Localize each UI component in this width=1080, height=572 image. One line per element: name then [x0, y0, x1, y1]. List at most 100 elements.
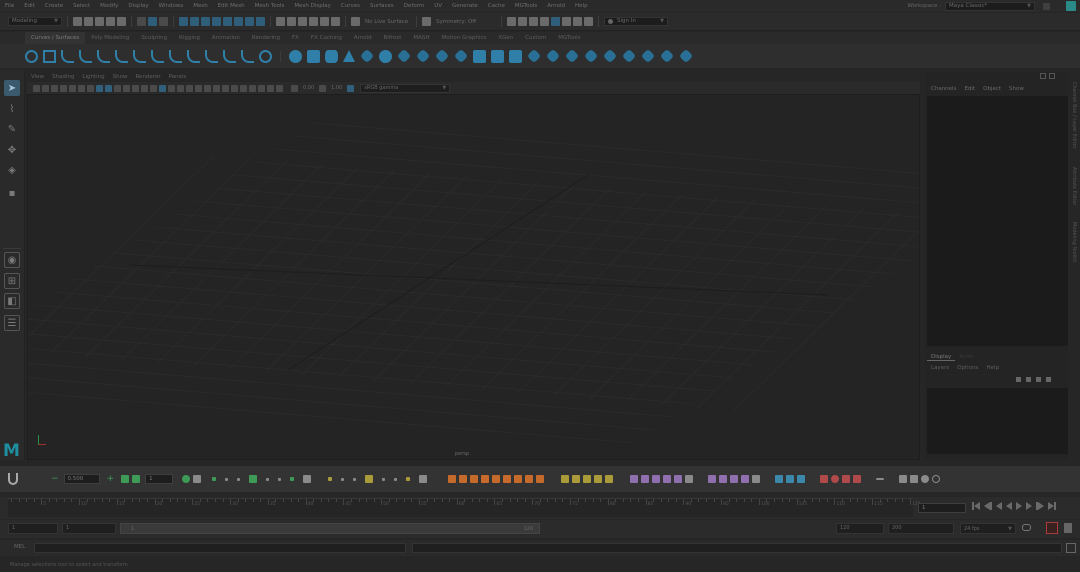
viewport-menu-panels[interactable]: Panels — [165, 72, 191, 82]
menu-mesh-tools[interactable]: Mesh Tools — [250, 0, 290, 12]
wireframe-icon[interactable] — [150, 84, 157, 92]
command-input[interactable] — [34, 543, 406, 553]
step-forward-key-icon[interactable] — [1036, 502, 1044, 510]
menu-arnold[interactable]: Arnold — [542, 0, 570, 12]
pencil-curve-icon[interactable] — [115, 49, 128, 63]
exposure-field[interactable]: 0.00 — [303, 85, 314, 91]
cv-curve-icon[interactable] — [79, 49, 92, 63]
key-translate-icon[interactable] — [572, 475, 581, 483]
render-view-icon[interactable] — [507, 17, 517, 26]
attach-surfaces-icon[interactable] — [583, 48, 599, 64]
rebuild-surface-icon[interactable] — [659, 48, 675, 64]
snap-projected-icon[interactable] — [309, 17, 318, 26]
move-layer-down-icon[interactable] — [1026, 377, 1031, 382]
motion-blur-icon[interactable] — [222, 84, 229, 92]
menu-edit-mesh[interactable]: Edit Mesh — [213, 0, 250, 12]
image-plane-icon[interactable] — [60, 84, 67, 92]
planar-icon[interactable] — [434, 48, 450, 64]
ep-curve-icon[interactable] — [61, 49, 74, 63]
paint-select-tool-icon[interactable]: ✎ — [4, 121, 20, 137]
viewport-menu-show[interactable]: Show — [109, 72, 132, 82]
menu-create[interactable]: Create — [40, 0, 68, 12]
bezier-curve-icon[interactable] — [97, 49, 110, 63]
dot-icon[interactable] — [212, 477, 217, 481]
side-tab-modeling-toolkit[interactable]: Modeling Toolkit — [1071, 222, 1077, 262]
channels-menu[interactable]: Channels — [927, 86, 960, 92]
loft-icon[interactable] — [415, 48, 431, 64]
shelf-tab-arnold[interactable]: Arnold — [348, 32, 378, 44]
script-language-toggle[interactable]: MEL — [14, 544, 25, 550]
menu-mesh-display[interactable]: Mesh Display — [289, 0, 336, 12]
lattice-icon[interactable] — [853, 475, 862, 483]
tangent-unify-icon[interactable] — [536, 475, 545, 483]
nurbs-circle-icon[interactable] — [25, 49, 38, 63]
ik-handle-icon[interactable] — [786, 475, 795, 483]
snap-point-icon[interactable] — [298, 17, 307, 26]
menu-windows[interactable]: Windows — [154, 0, 189, 12]
make-live-icon[interactable] — [331, 17, 340, 26]
color-management-icon[interactable] — [347, 84, 355, 92]
nurbs-plane-icon[interactable] — [359, 48, 375, 64]
sign-in-area-icon[interactable] — [1066, 1, 1076, 11]
record-icon[interactable] — [831, 475, 840, 483]
grid-menu-icon[interactable] — [193, 475, 202, 483]
shelf-tab-mgtools[interactable]: MGTools — [552, 32, 586, 44]
hypershade-icon[interactable] — [551, 17, 561, 26]
mask-surfaces-icon[interactable] — [212, 17, 221, 26]
offset-curve-icon[interactable] — [223, 49, 236, 63]
channel-box-area[interactable] — [927, 96, 1068, 346]
key-all-icon[interactable] — [561, 475, 570, 483]
film-gate-icon[interactable] — [96, 84, 103, 92]
reverse-curve-icon[interactable] — [259, 49, 272, 63]
smooth-shade-icon[interactable] — [159, 84, 166, 92]
arc-icon[interactable] — [133, 49, 146, 63]
go-to-end-icon[interactable] — [1048, 502, 1056, 510]
viewport-menu-view[interactable]: View — [27, 72, 48, 82]
menu-curves[interactable]: Curves — [336, 0, 365, 12]
skin-bind-icon[interactable] — [797, 475, 806, 483]
tangent-spline-icon[interactable] — [459, 475, 468, 483]
sculpt-geometry-icon[interactable] — [678, 48, 694, 64]
new-layer-selected-icon[interactable] — [1046, 377, 1051, 382]
script-editor-icon[interactable] — [1066, 543, 1076, 553]
mask-deformations-icon[interactable] — [223, 17, 232, 26]
menu-mesh[interactable]: Mesh — [188, 0, 212, 12]
tab-display-layers[interactable]: Display — [927, 354, 956, 361]
shelf-tab-rendering[interactable]: Rendering — [246, 32, 286, 44]
field-chart-icon[interactable] — [123, 84, 130, 92]
menu-display[interactable]: Display — [123, 0, 153, 12]
plus-icon[interactable]: + — [107, 474, 115, 484]
layer-help-menu[interactable]: Help — [982, 365, 1003, 371]
key-scale-icon[interactable] — [594, 475, 603, 483]
constraint-scale-icon[interactable] — [663, 475, 672, 483]
shadows-icon[interactable] — [204, 84, 211, 92]
channel-object-menu[interactable]: Object — [979, 86, 1005, 92]
render-settings-icon[interactable] — [540, 17, 550, 26]
fps-dropdown[interactable]: 24 fps ▼ — [960, 523, 1016, 534]
menu-select[interactable]: Select — [68, 0, 95, 12]
menu-deform[interactable]: Deform — [399, 0, 429, 12]
anim-prefs-icon[interactable] — [1064, 523, 1072, 533]
isolate-select-icon[interactable] — [249, 84, 256, 92]
loop-icon[interactable] — [1022, 524, 1031, 531]
constraint-orient-icon[interactable] — [652, 475, 661, 483]
rig-shape-icon[interactable] — [708, 475, 717, 483]
rotate-tool-icon[interactable]: ◈ — [4, 162, 20, 178]
go-to-start-icon[interactable] — [972, 502, 980, 510]
grid-icon[interactable] — [87, 84, 94, 92]
cluster-icon[interactable] — [842, 475, 851, 483]
dot-icon[interactable] — [278, 477, 282, 481]
extrude-icon[interactable] — [453, 48, 469, 64]
value-field[interactable]: 0.500 — [63, 474, 100, 484]
birail-icon[interactable] — [473, 49, 486, 63]
tangent-auto-icon[interactable] — [514, 475, 523, 483]
camera-attributes-icon[interactable] — [42, 84, 49, 92]
default-material-icon[interactable] — [168, 84, 175, 92]
keyframe-icon[interactable] — [365, 475, 374, 483]
shelf-tab-bifrost[interactable]: Bifrost — [378, 32, 408, 44]
gate-mask-icon[interactable] — [114, 84, 121, 92]
shelf-tab-xgen[interactable]: XGen — [492, 32, 519, 44]
select-tool-icon[interactable]: ➤ — [4, 80, 20, 96]
use-all-lights-icon[interactable] — [195, 84, 202, 92]
minus-icon[interactable]: − — [51, 474, 59, 484]
